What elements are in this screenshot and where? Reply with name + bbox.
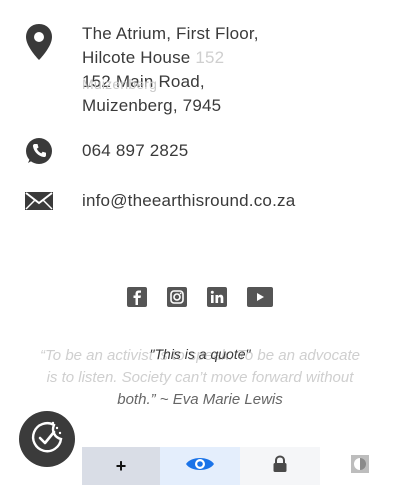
linkedin-icon[interactable] <box>207 287 227 307</box>
address-ghost-city: Muizenberg <box>82 76 158 92</box>
accessibility-button[interactable] <box>19 411 75 467</box>
address-text: The Atrium, First Floor, Hilcote House 1… <box>82 22 259 118</box>
address-line-2: Hilcote House 152 <box>82 46 259 70</box>
quote-line-2: is to listen. Society can’t move forward… <box>46 369 354 386</box>
address-row: The Atrium, First Floor, Hilcote House 1… <box>0 22 400 122</box>
email-address[interactable]: info@theearthisround.co.za <box>82 189 295 213</box>
phone-icon <box>24 136 54 171</box>
address-line-2-text: Hilcote House <box>82 48 191 67</box>
add-button[interactable]: + <box>82 447 160 485</box>
address-line-3: 152 Main Road, Muizenberg <box>82 70 259 94</box>
lock-button[interactable] <box>240 447 320 485</box>
accessibility-toolbar: + <box>82 447 400 485</box>
view-toggle-button[interactable] <box>160 447 240 485</box>
contrast-icon <box>350 454 370 479</box>
address-ghost-number: 152 <box>195 48 225 67</box>
envelope-icon <box>24 191 54 216</box>
email-row: info@theearthisround.co.za <box>0 187 400 217</box>
youtube-icon[interactable] <box>247 287 273 307</box>
address-line-4: Muizenberg, 7945 <box>82 96 222 115</box>
phone-row: 064 897 2825 <box>0 136 400 166</box>
phone-number[interactable]: 064 897 2825 <box>82 139 188 163</box>
instagram-icon[interactable] <box>167 287 187 307</box>
facebook-icon[interactable] <box>127 287 147 307</box>
lock-icon <box>272 454 288 478</box>
accessibility-icon <box>27 417 67 462</box>
quote-overlay: "This is a quote" <box>149 346 251 362</box>
address-line-1: The Atrium, First Floor, <box>82 24 259 43</box>
contrast-button[interactable] <box>320 447 400 485</box>
social-links <box>126 287 276 307</box>
map-marker-icon <box>24 22 54 67</box>
quote-line-3: both.” ~ Eva Marie Lewis <box>117 391 283 408</box>
eye-icon <box>184 454 216 479</box>
